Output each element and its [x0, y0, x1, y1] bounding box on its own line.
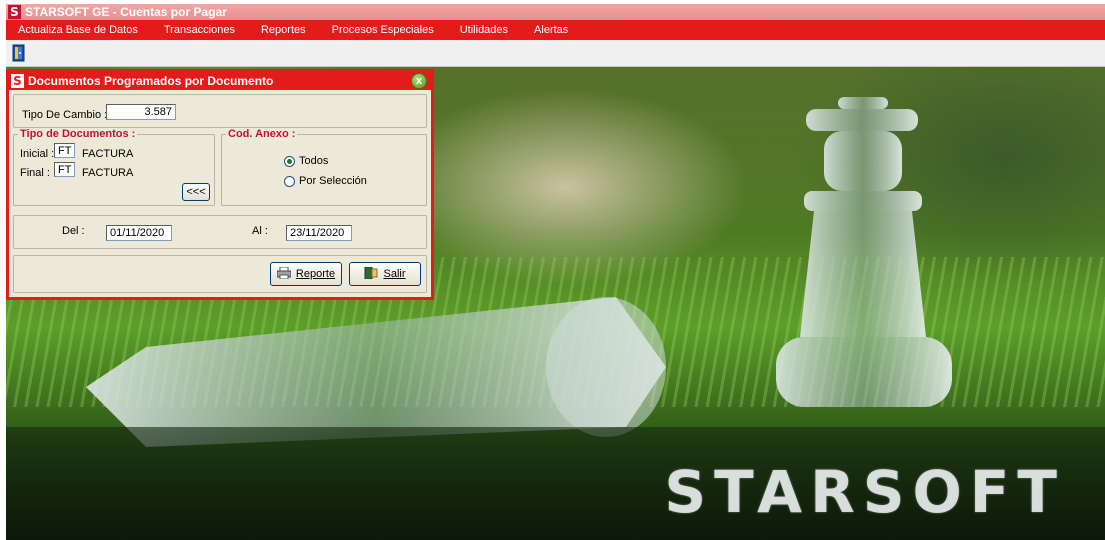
menu-actualiza-base-de-datos[interactable]: Actualiza Base de Datos	[18, 24, 138, 36]
radio-por-seleccion-indicator[interactable]	[284, 175, 295, 187]
radio-todos-label: Todos	[299, 155, 329, 167]
tipo-cambio-field[interactable]: 3.587	[106, 104, 176, 120]
menu-procesos-especiales[interactable]: Procesos Especiales	[332, 24, 434, 36]
tipo-cambio-group: Tipo De Cambio : 3.587	[13, 94, 427, 128]
inicial-code-field[interactable]: FT	[54, 143, 75, 158]
tipo-cambio-label: Tipo De Cambio :	[22, 109, 108, 121]
al-date-field[interactable]: 23/11/2020	[286, 225, 352, 241]
window-titlebar: S STARSOFT GE - Cuentas por Pagar	[6, 4, 1105, 20]
del-date-field[interactable]: 01/11/2020	[106, 225, 172, 241]
final-code-field[interactable]: FT	[54, 162, 75, 177]
tipo-documentos-group: Tipo de Documentos : Inicial : FT FACTUR…	[13, 128, 215, 206]
radio-todos-indicator[interactable]	[284, 155, 295, 167]
salir-button-label: Salir	[383, 268, 406, 280]
dialog-titlebar: S Documentos Programados por Documento x	[9, 72, 431, 90]
menu-alertas[interactable]: Alertas	[534, 24, 568, 36]
final-description: FACTURA	[82, 167, 134, 179]
window-title: STARSOFT GE - Cuentas por Pagar	[25, 5, 227, 19]
cod-anexo-legend: Cod. Anexo :	[226, 128, 298, 140]
inicial-description: FACTURA	[82, 148, 134, 160]
final-label: Final :	[20, 167, 50, 179]
menu-utilidades[interactable]: Utilidades	[460, 24, 508, 36]
copy-range-button[interactable]: <<<	[182, 183, 210, 201]
radio-por-seleccion-label: Por Selección	[299, 175, 367, 187]
reporte-button[interactable]: Reporte	[270, 262, 342, 286]
dialog-documentos-programados: S Documentos Programados por Documento x…	[6, 69, 434, 300]
dialog-title: Documentos Programados por Documento	[28, 74, 274, 88]
inicial-label: Inicial :	[20, 148, 55, 160]
door-exit-icon[interactable]	[10, 44, 28, 62]
fechas-group: Del : 01/11/2020 Al : 23/11/2020	[13, 215, 427, 249]
actions-group: Reporte Salir	[13, 255, 427, 293]
salir-button[interactable]: Salir	[349, 262, 421, 286]
printer-icon	[276, 266, 292, 282]
starsoft-logo-icon: S	[8, 5, 21, 19]
tipo-documentos-legend: Tipo de Documentos :	[18, 128, 138, 140]
starsoft-logo-icon: S	[11, 74, 24, 88]
menu-bar: Actualiza Base de Datos Transacciones Re…	[6, 20, 1105, 40]
exit-door-icon	[364, 266, 378, 282]
al-label: Al :	[252, 225, 268, 237]
menu-reportes[interactable]: Reportes	[261, 24, 306, 36]
starsoft-watermark-logo: STARSOFT	[664, 458, 1065, 526]
radio-por-seleccion[interactable]: Por Selección	[284, 175, 367, 187]
reporte-button-label: Reporte	[295, 268, 336, 280]
menu-transacciones[interactable]: Transacciones	[164, 24, 235, 36]
close-icon[interactable]: x	[411, 73, 427, 89]
radio-todos[interactable]: Todos	[284, 155, 328, 167]
toolbar	[6, 40, 1105, 67]
cod-anexo-group: Cod. Anexo : Todos Por Selección	[221, 128, 427, 206]
del-label: Del :	[62, 225, 85, 237]
